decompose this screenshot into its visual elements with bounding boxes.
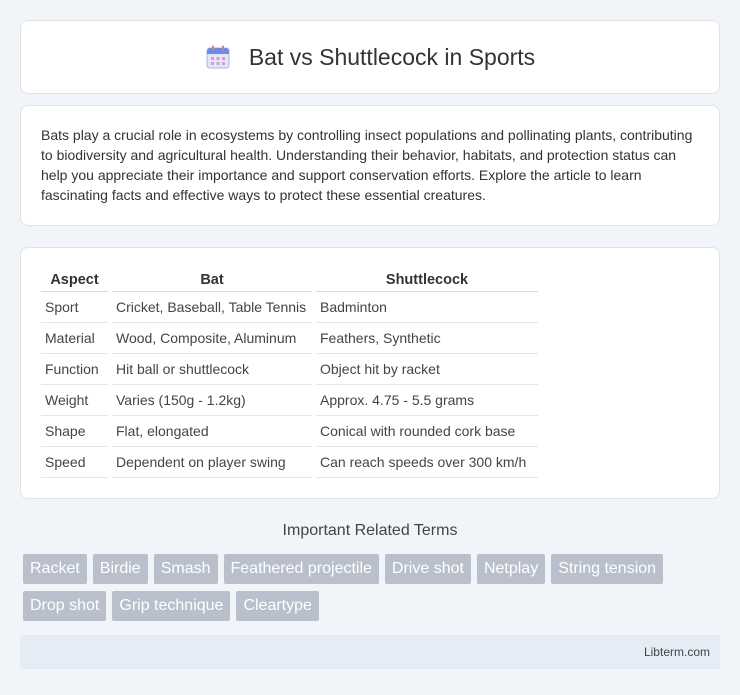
table-row: Material Wood, Composite, Aluminum Feath… [41, 323, 538, 354]
related-terms-title: Important Related Terms [282, 522, 458, 539]
term-tag-feathered-projectile[interactable]: Feathered projectile [223, 554, 379, 584]
cell-bat: Dependent on player swing [112, 447, 312, 478]
table-row: Function Hit ball or shuttlecock Object … [41, 354, 538, 385]
term-tag-drive-shot[interactable]: Drive shot [384, 554, 471, 584]
cell-aspect: Material [41, 323, 108, 354]
table-header-row: Aspect Bat Shuttlecock [41, 270, 538, 292]
cell-shuttlecock: Approx. 4.75 - 5.5 grams [316, 385, 538, 416]
term-tag-cleartype[interactable]: Cleartype [236, 591, 319, 621]
term-tag-birdie[interactable]: Birdie [92, 554, 148, 584]
term-tag-netplay[interactable]: Netplay [476, 554, 546, 584]
cell-bat: Flat, elongated [112, 416, 312, 447]
term-tag-racket[interactable]: Racket [23, 554, 87, 584]
term-tag-grip-technique[interactable]: Grip technique [112, 591, 231, 621]
table-row: Weight Varies (150g - 1.2kg) Approx. 4.7… [41, 385, 538, 416]
footer: Libterm.com [20, 635, 720, 669]
cell-aspect: Weight [41, 385, 108, 416]
term-tag-drop-shot[interactable]: Drop shot [23, 591, 107, 621]
footer-brand[interactable]: Libterm.com [644, 645, 710, 659]
calendar-icon [205, 44, 231, 70]
page: Bat vs Shuttlecock in Sports Bats play a… [0, 0, 740, 669]
header-bat: Bat [112, 270, 312, 292]
related-terms-list: Racket Birdie Smash Feathered projectile… [20, 554, 720, 621]
intro-text: Bats play a crucial role in ecosystems b… [41, 127, 693, 203]
cell-shuttlecock: Can reach speeds over 300 km/h [316, 447, 538, 478]
header-shuttlecock: Shuttlecock [316, 270, 538, 292]
cell-shuttlecock: Badminton [316, 292, 538, 323]
table-row: Speed Dependent on player swing Can reac… [41, 447, 538, 478]
cell-bat: Cricket, Baseball, Table Tennis [112, 292, 312, 323]
cell-aspect: Sport [41, 292, 108, 323]
cell-shuttlecock: Object hit by racket [316, 354, 538, 385]
cell-aspect: Speed [41, 447, 108, 478]
cell-bat: Wood, Composite, Aluminum [112, 323, 312, 354]
cell-shuttlecock: Feathers, Synthetic [316, 323, 538, 354]
table-row: Sport Cricket, Baseball, Table Tennis Ba… [41, 292, 538, 323]
cell-bat: Hit ball or shuttlecock [112, 354, 312, 385]
header-aspect: Aspect [41, 270, 108, 292]
page-title: Bat vs Shuttlecock in Sports [248, 43, 536, 70]
cell-shuttlecock: Conical with rounded cork base [316, 416, 538, 447]
header-card: Bat vs Shuttlecock in Sports [20, 20, 720, 94]
table-row: Shape Flat, elongated Conical with round… [41, 416, 538, 447]
cell-aspect: Function [41, 354, 108, 385]
cell-bat: Varies (150g - 1.2kg) [112, 385, 312, 416]
intro-card: Bats play a crucial role in ecosystems b… [20, 105, 720, 226]
term-tag-string-tension[interactable]: String tension [551, 554, 664, 584]
comparison-table: Aspect Bat Shuttlecock Sport Cricket, Ba… [37, 270, 542, 478]
cell-aspect: Shape [41, 416, 108, 447]
comparison-card: Aspect Bat Shuttlecock Sport Cricket, Ba… [20, 247, 720, 499]
term-tag-smash[interactable]: Smash [153, 554, 218, 584]
